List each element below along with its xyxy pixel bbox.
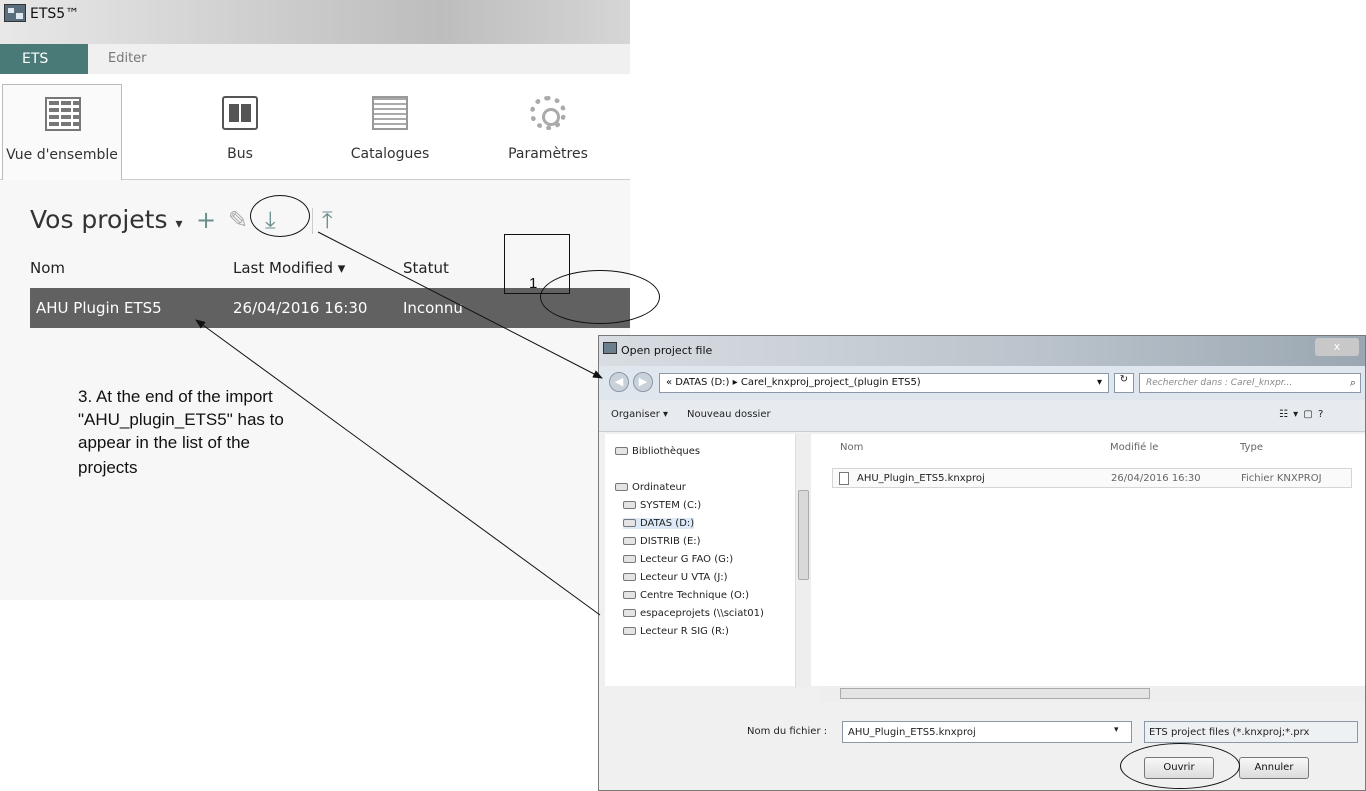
arrow-to-project-row bbox=[195, 319, 601, 616]
arrow-to-dialog bbox=[317, 231, 603, 379]
annotation-arrows bbox=[195, 231, 603, 616]
